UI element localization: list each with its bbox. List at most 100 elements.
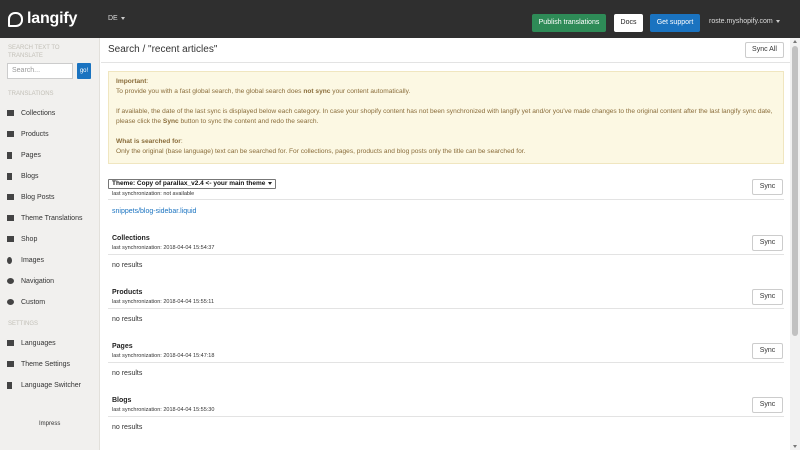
chevron-down-icon (268, 181, 273, 185)
blog-posts-icon (7, 194, 14, 200)
shop-select-value: roste.myshopify.com (709, 18, 773, 25)
image-icon (7, 215, 14, 221)
collections-icon (7, 110, 14, 116)
custom-icon (7, 299, 14, 305)
chevron-down-icon (775, 19, 780, 23)
last-sync-text: last synchronization: 2018-04-04 15:55:3… (112, 407, 215, 413)
section-title: Pages (112, 343, 133, 350)
sidebar-item-custom[interactable]: Custom (7, 295, 45, 309)
result-text: no results (112, 424, 143, 431)
pages-icon (7, 151, 12, 159)
divider (108, 416, 784, 417)
notice-what-label: What is searched for (116, 138, 181, 145)
section-title: Collections (112, 235, 150, 242)
pencil-icon (7, 381, 12, 389)
sidebar: SEARCH TEXT TO TRANSLATE Search... go! T… (0, 38, 100, 450)
important-notice: Important: To provide you with a fast gl… (108, 71, 784, 164)
chevron-down-icon (120, 16, 125, 20)
image-icon (7, 361, 14, 367)
sidebar-item-label: Languages (21, 339, 56, 347)
docs-button[interactable]: Docs (614, 14, 643, 32)
sidebar-item-collections[interactable]: Collections (7, 106, 55, 120)
theme-select[interactable]: Theme: Copy of parallax_v2.4 <- your mai… (108, 179, 277, 189)
notice-line1-bold: not sync (303, 88, 331, 95)
sync-button[interactable]: Sync (752, 397, 783, 413)
sidebar-item-label: Pages (21, 151, 41, 159)
divider (101, 62, 790, 63)
result-link[interactable]: snippets/blog-sidebar.liquid (112, 208, 196, 215)
notice-line2-post: button to sync the content and redo the … (178, 118, 319, 125)
scroll-down-icon[interactable] (793, 445, 797, 448)
result-text: no results (112, 370, 143, 377)
divider (108, 254, 784, 255)
langify-logo-icon (8, 11, 23, 27)
sidebar-item-label: Language Switcher (21, 381, 81, 389)
sync-button[interactable]: Sync (752, 179, 783, 195)
sync-all-button[interactable]: Sync All (745, 42, 784, 58)
shop-select[interactable]: roste.myshopify.com (709, 18, 780, 25)
sync-button[interactable]: Sync (752, 289, 783, 305)
link-icon (7, 278, 14, 284)
notice-important-label: Important (116, 78, 147, 85)
sidebar-item-languages[interactable]: Languages (7, 336, 56, 350)
sidebar-item-label: Blog Posts (21, 193, 55, 201)
last-sync-text: last synchronization: 2018-04-04 15:47:1… (112, 353, 215, 359)
impress-link[interactable]: Impress (39, 421, 60, 427)
sidebar-item-navigation[interactable]: Navigation (7, 274, 54, 288)
notice-line1-pre: To provide you with a fast global search… (116, 88, 304, 95)
notice-line1-post: your content automatically. (330, 88, 411, 95)
last-sync-text: last synchronization: not available (112, 191, 195, 197)
notice-line3: Only the original (base language) text c… (116, 148, 526, 155)
translations-heading: TRANSLATIONS (8, 91, 54, 97)
sidebar-item-label: Blogs (21, 172, 39, 180)
sidebar-item-products[interactable]: Products (7, 127, 49, 141)
sidebar-item-blogs[interactable]: Blogs (7, 169, 39, 183)
section-title: Products (112, 289, 143, 296)
category-section-blogs: Blogs last synchronization: 2018-04-04 1… (108, 397, 784, 437)
sidebar-item-label: Collections (21, 109, 56, 117)
category-section-collections: Collections last synchronization: 2018-0… (108, 235, 784, 275)
sync-button[interactable]: Sync (752, 235, 783, 251)
language-select-value: DE (108, 15, 118, 22)
sidebar-item-label: Images (21, 256, 44, 264)
sidebar-item-images[interactable]: Images (7, 253, 44, 267)
sidebar-item-label: Theme Settings (21, 360, 71, 368)
sidebar-item-label: Products (21, 130, 49, 138)
last-sync-text: last synchronization: 2018-04-04 15:55:1… (112, 299, 215, 305)
sidebar-item-language-switcher[interactable]: Language Switcher (7, 378, 81, 392)
get-support-button[interactable]: Get support (650, 14, 700, 32)
sidebar-item-label: Custom (21, 298, 46, 306)
sidebar-item-label: Shop (21, 235, 38, 243)
result-text: no results (112, 316, 143, 323)
divider (108, 199, 784, 200)
publish-translations-button[interactable]: Publish translations (532, 14, 606, 32)
langify-logo[interactable]: langify (8, 9, 77, 29)
theme-select-value: Theme: Copy of parallax_v2.4 <- your mai… (112, 180, 266, 187)
divider (108, 308, 784, 309)
sidebar-item-theme-settings[interactable]: Theme Settings (7, 357, 70, 371)
drop-icon (7, 256, 12, 264)
logo-text: langify (27, 10, 78, 27)
last-sync-text: last synchronization: 2018-04-04 15:54:3… (112, 245, 215, 251)
main-content: Search / "recent articles" Sync All Impo… (101, 38, 790, 450)
notice-line2-bold: Sync (162, 118, 179, 125)
result-text: no results (112, 262, 143, 269)
search-go-button[interactable]: go! (77, 63, 91, 79)
sidebar-item-label: Navigation (21, 277, 55, 285)
scrollbar-thumb[interactable] (792, 46, 798, 336)
vertical-scrollbar[interactable] (790, 38, 800, 450)
home-icon (7, 236, 14, 242)
search-heading: SEARCH TEXT TO TRANSLATE (8, 45, 60, 59)
sidebar-item-theme-translations[interactable]: Theme Translations (7, 211, 82, 225)
sidebar-item-blog-posts[interactable]: Blog Posts (7, 190, 54, 204)
products-icon (7, 131, 14, 137)
section-title: Blogs (112, 397, 132, 404)
chat-icon (7, 340, 14, 346)
sidebar-item-pages[interactable]: Pages (7, 148, 41, 162)
search-input[interactable]: Search... (7, 63, 73, 79)
scroll-up-icon[interactable] (793, 40, 797, 43)
sync-button[interactable]: Sync (752, 343, 783, 359)
top-bar: langify DE Publish translations Docs Get… (0, 0, 800, 38)
sidebar-item-shop[interactable]: Shop (7, 232, 37, 246)
language-select[interactable]: DE (108, 15, 125, 22)
